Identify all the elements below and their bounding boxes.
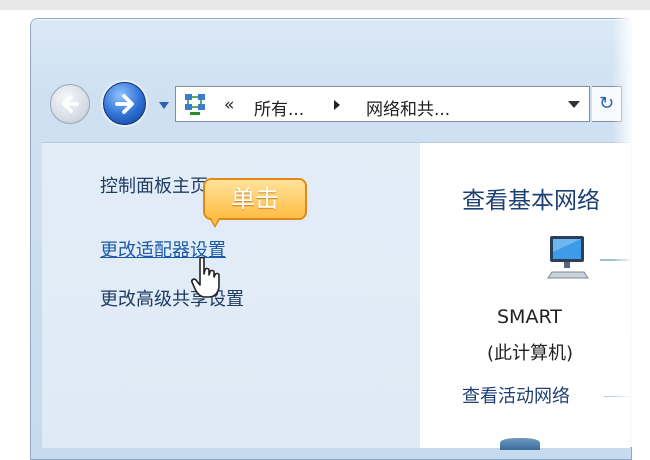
address-overflow[interactable]: « [224, 95, 234, 115]
address-bar[interactable]: « 所有... 网络和共... [175, 86, 590, 122]
active-networks-heading: 查看活动网络 [462, 386, 570, 407]
address-dropdown-icon[interactable] [568, 101, 580, 108]
back-arrow-icon [62, 95, 79, 113]
network-location-icon [500, 438, 540, 450]
breadcrumb-all[interactable]: 所有... [254, 95, 304, 120]
control-panel-home-link[interactable]: 控制面板主页 [100, 172, 208, 198]
right-edge-fade [612, 18, 650, 447]
click-callout: 单击 [203, 178, 307, 220]
forward-button[interactable] [103, 82, 146, 125]
top-strip [0, 0, 650, 10]
page-title: 查看基本网络 [462, 188, 600, 214]
computer-icon[interactable] [538, 232, 598, 282]
forward-arrow-icon [115, 94, 134, 114]
callout-tail-fill [210, 216, 220, 225]
hand-cursor-icon [191, 256, 220, 298]
network-icon [185, 94, 205, 115]
computer-subtitle: (此计算机) [487, 343, 574, 364]
breadcrumb-network[interactable]: 网络和共... [366, 95, 450, 120]
back-button[interactable] [50, 84, 90, 124]
breadcrumb-arrow-icon[interactable] [334, 100, 340, 110]
computer-name: SMART [497, 306, 562, 328]
recent-pages-dropdown-icon[interactable] [157, 99, 171, 111]
